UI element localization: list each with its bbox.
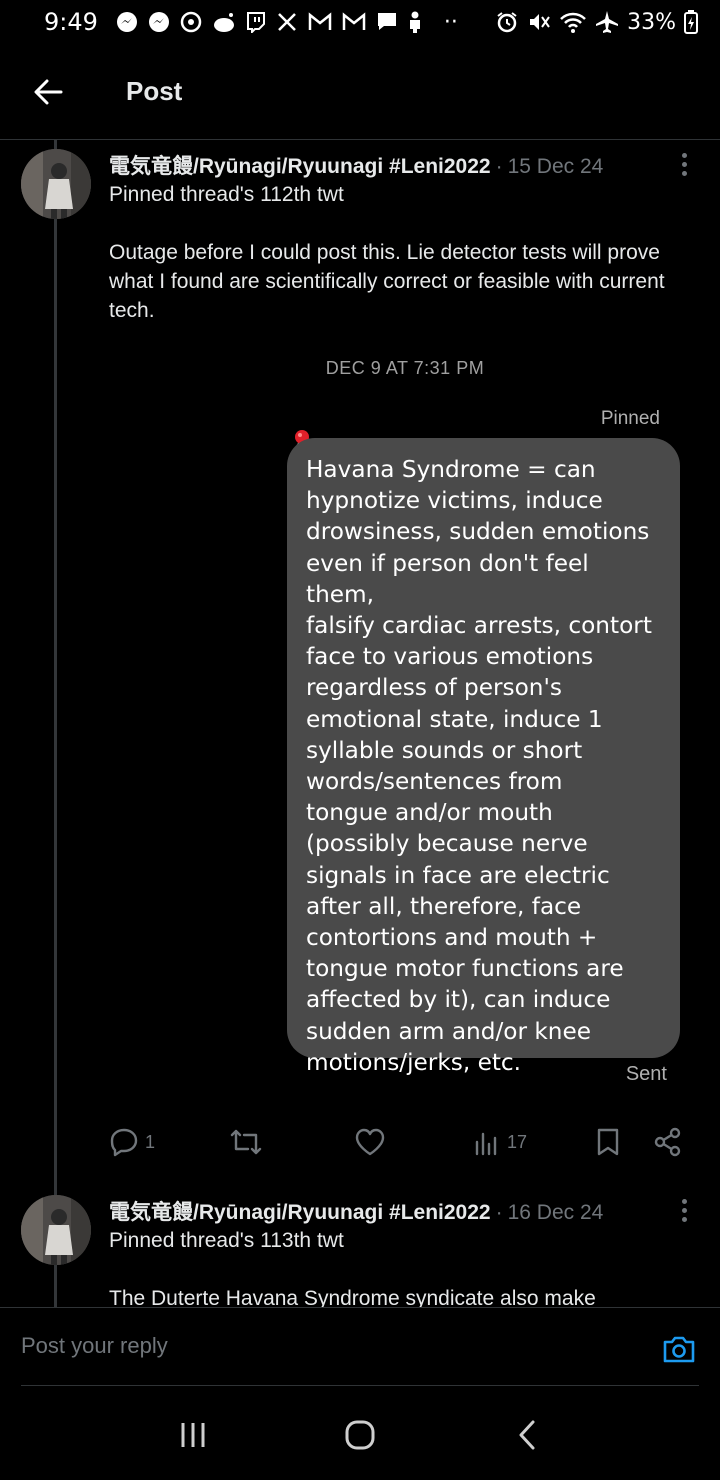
threads-icon	[180, 11, 202, 33]
pinned-label: Pinned	[600, 408, 660, 429]
separator-dot: ·	[495, 155, 503, 178]
share-button[interactable]	[653, 1122, 683, 1162]
reddit-icon	[213, 13, 234, 32]
more-dot	[681, 1198, 687, 1204]
display-name[interactable]: 電気竜饅/Ryūnagi/Ryuunagi #Leni2022	[109, 1196, 491, 1226]
avatar[interactable]	[21, 149, 91, 219]
reply-button[interactable]: 1	[109, 1122, 155, 1162]
gmail-icon	[342, 12, 366, 30]
reply-composer	[0, 1307, 720, 1387]
heart-icon	[355, 1128, 385, 1156]
bookmark-button[interactable]	[595, 1122, 621, 1162]
recent-apps-icon	[181, 1423, 205, 1447]
reply-count: 1	[145, 1131, 156, 1152]
divider	[21, 1385, 699, 1386]
avatar[interactable]	[21, 1195, 91, 1265]
home-icon	[345, 1420, 375, 1450]
messenger-icon	[148, 12, 169, 32]
wifi-icon	[560, 12, 586, 33]
system-icons: 33%	[495, 10, 698, 35]
tweet-body: Outage before I could post this. Lie det…	[109, 241, 665, 322]
more-dot	[681, 1216, 687, 1222]
system-navigation-bar	[0, 1390, 720, 1480]
message-bubble: Havana Syndrome = can hypnotize victims,…	[287, 438, 680, 1076]
tweet-header: 電気竜饅/Ryūnagi/Ryuunagi #Leni2022 · 15 Dec…	[109, 150, 640, 180]
person-icon	[409, 11, 420, 33]
views-chart-icon	[475, 1132, 497, 1156]
back-button[interactable]	[18, 62, 78, 122]
camera-icon	[663, 1336, 695, 1363]
x-icon	[278, 13, 296, 31]
views-count: 17	[507, 1131, 528, 1152]
reply-input[interactable]	[21, 1326, 621, 1366]
status-bar: 9:49 ·· 33%	[0, 0, 720, 44]
status-time: 9:49	[44, 8, 98, 36]
arrow-left-icon	[34, 79, 63, 104]
more-options-button[interactable]	[670, 144, 698, 184]
display-name[interactable]: 電気竜饅/Ryūnagi/Ryuunagi #Leni2022	[109, 150, 491, 180]
battery-charging-icon	[684, 10, 698, 34]
share-icon	[654, 1127, 681, 1157]
more-dot	[681, 161, 687, 167]
gmail-icon	[308, 12, 332, 30]
repost-icon	[230, 1129, 262, 1155]
avatar-image	[21, 149, 91, 219]
reply-icon	[110, 1128, 138, 1157]
airplane-icon	[596, 11, 619, 33]
repost-button[interactable]	[229, 1122, 269, 1162]
chevron-left-icon	[519, 1420, 535, 1450]
mute-icon	[530, 14, 550, 30]
alarm-icon	[497, 12, 517, 33]
tweet-line: Pinned thread's 112th twt	[109, 183, 344, 206]
top-app-bar: Post	[0, 44, 720, 140]
tweet-date[interactable]: 15 Dec 24	[508, 155, 604, 179]
recent-apps-button[interactable]	[163, 1405, 223, 1465]
tweet-body: The Duterte Havana Syndrome syndicate al…	[109, 1287, 596, 1307]
like-button[interactable]	[354, 1122, 392, 1162]
back-nav-button[interactable]	[497, 1405, 557, 1465]
more-dot	[681, 1207, 687, 1213]
camera-button[interactable]	[662, 1332, 696, 1366]
tweet-line: Pinned thread's 113th twt	[109, 1229, 344, 1252]
separator-dot: ·	[495, 1201, 503, 1224]
more-dot	[681, 170, 687, 176]
home-button[interactable]	[330, 1405, 390, 1465]
sent-label: Sent	[625, 1063, 667, 1085]
messenger-icon	[116, 12, 137, 32]
tweet-header: 電気竜饅/Ryūnagi/Ryuunagi #Leni2022 · 16 Dec…	[109, 1196, 640, 1226]
bookmark-icon	[597, 1128, 619, 1156]
avatar-image	[21, 1195, 91, 1265]
chat-icon	[377, 13, 396, 30]
views-button[interactable]: 17	[473, 1122, 527, 1162]
message-timestamp: DEC 9 AT 7:31 PM	[325, 358, 485, 378]
tweet-actions: 1 17	[109, 1122, 694, 1162]
tweet: 電気竜饅/Ryūnagi/Ryuunagi #Leni2022 · 16 Dec…	[0, 1186, 720, 1307]
more-notifications-icon: ··	[443, 9, 458, 35]
more-options-button[interactable]	[670, 1190, 698, 1230]
more-dot	[681, 152, 687, 158]
battery-percent: 33%	[627, 9, 676, 35]
twitch-icon	[246, 12, 265, 33]
tweet-date[interactable]: 16 Dec 24	[508, 1201, 604, 1225]
notification-icons: ··	[116, 10, 458, 35]
page-title: Post	[126, 76, 183, 106]
